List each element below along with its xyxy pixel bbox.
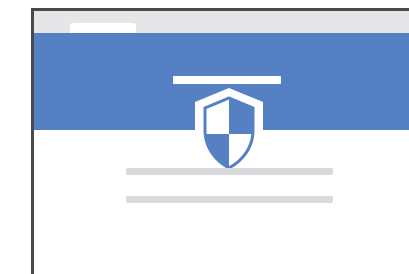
- browser-window: [31, 8, 409, 274]
- banner-title-placeholder: [173, 76, 281, 84]
- title-bar: [34, 11, 409, 33]
- security-shield-icon: [195, 88, 263, 178]
- content-placeholder-line: [126, 168, 333, 175]
- content-placeholder-line: [126, 196, 333, 203]
- browser-tab[interactable]: [70, 23, 136, 33]
